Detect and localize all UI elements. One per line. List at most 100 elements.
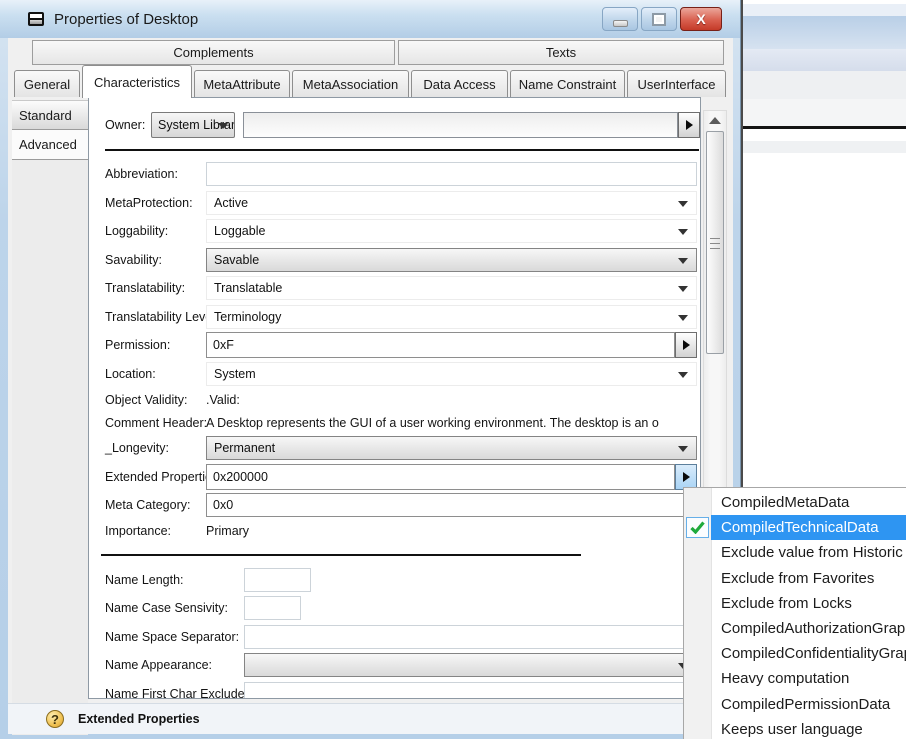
tab-general[interactable]: General [14, 70, 80, 97]
longevity-combo[interactable]: Permanent [206, 436, 697, 460]
menu-item-heavy-computation[interactable]: Heavy computation [711, 666, 906, 691]
extended-properties-menu: CompiledMetaDataCompiledTechnicalDataExc… [683, 487, 906, 739]
translatability-level-combo[interactable]: Terminology [206, 305, 697, 329]
loggability-label: Loggability: [105, 224, 206, 238]
name-first-char-exclude-row: Name First Char Exclude: [89, 680, 700, 700]
importance-value: Primary [206, 524, 249, 538]
tab-data-access[interactable]: Data Access [411, 70, 508, 97]
tab-characteristics[interactable]: Characteristics [82, 65, 192, 98]
checkmark-icon [690, 521, 705, 534]
menu-item-compiledpermissiondata[interactable]: CompiledPermissionData [711, 692, 906, 717]
comment-header-value: A Desktop represents the GUI of a user w… [206, 416, 659, 430]
name-space-separator-input[interactable] [244, 625, 697, 649]
window-title: Properties of Desktop [54, 11, 198, 28]
owner-expand-button[interactable] [678, 112, 700, 138]
name-appearance-combo[interactable] [244, 653, 697, 677]
menu-item-compiledmetadata[interactable]: CompiledMetaData [711, 490, 906, 515]
tab-texts[interactable]: Texts [398, 40, 724, 65]
comment-header-row: Comment Header:A Desktop represents the … [89, 411, 700, 434]
permission-input[interactable] [206, 332, 675, 358]
menu-item-exclude-value-from-historic[interactable]: Exclude value from Historic [711, 540, 906, 565]
meta-category-input[interactable] [206, 493, 697, 517]
status-text: Extended Properties [78, 712, 200, 726]
meta-category-label: Meta Category: [105, 498, 206, 512]
maximize-button[interactable] [641, 7, 677, 31]
longevity-label: _Longevity: [105, 441, 206, 455]
translatability-row: Translatability:Translatable [89, 274, 700, 303]
dialog-titlebar[interactable]: Properties of Desktop X [0, 0, 740, 38]
location-label: Location: [105, 367, 206, 381]
name-first-char-exclude-input[interactable] [244, 682, 697, 699]
meta-protection-combo[interactable]: Active [206, 191, 697, 215]
extended-properties-input[interactable] [206, 464, 675, 490]
name-length-row: Name Length: [89, 566, 700, 595]
separator-full [89, 149, 700, 151]
background-titlebar-band [743, 16, 906, 49]
menu-item-compiledtechnicaldata[interactable]: CompiledTechnicalData [711, 515, 906, 540]
name-length-label: Name Length: [105, 573, 244, 587]
tab-metaassociation[interactable]: MetaAssociation [292, 70, 409, 97]
right-arrow-icon [683, 340, 690, 350]
abbreviation-input[interactable] [206, 162, 697, 186]
dialog-client-area: ComplementsTexts GeneralCharacteristicsM… [8, 38, 733, 733]
loggability-combo[interactable]: Loggable [206, 219, 697, 243]
owner-field[interactable] [243, 112, 678, 138]
location-combo[interactable]: System [206, 362, 697, 386]
tab-userinterface[interactable]: UserInterface [627, 70, 726, 97]
name-first-char-exclude-label: Name First Char Exclude: [105, 687, 244, 699]
screen: Properties of Desktop X ComplementsTexts… [0, 0, 906, 739]
translatability-level-label: Translatability Level: [105, 310, 206, 324]
minimize-button[interactable] [602, 7, 638, 31]
meta-protection-label: MetaProtection: [105, 196, 206, 210]
tab-name-constraint[interactable]: Name Constraint [510, 70, 625, 97]
side-tab-advanced[interactable]: Advanced [12, 130, 88, 160]
menu-item-exclude-from-favorites[interactable]: Exclude from Favorites [711, 566, 906, 591]
right-arrow-icon [686, 120, 693, 130]
help-icon: ? [46, 710, 64, 728]
name-length-input[interactable] [244, 568, 311, 592]
importance-label: Importance: [105, 524, 206, 538]
menu-item-exclude-from-locks[interactable]: Exclude from Locks [711, 591, 906, 616]
translatability-combo[interactable]: Translatable [206, 276, 697, 300]
tab-metaattribute[interactable]: MetaAttribute [194, 70, 290, 97]
object-validity-label: Object Validity: [105, 393, 206, 407]
separator-line [105, 149, 699, 151]
side-tab-strip: StandardAdvanced [12, 100, 88, 735]
tab-complements[interactable]: Complements [32, 40, 395, 65]
close-button[interactable]: X [680, 7, 722, 31]
importance-row: Importance:Primary [89, 520, 700, 543]
name-space-separator-row: Name Space Separator: [89, 623, 700, 652]
permission-expand-button[interactable] [675, 332, 697, 358]
name-case-sensivity-input[interactable] [244, 596, 301, 620]
owner-combo[interactable]: System Library [151, 112, 235, 138]
scroll-thumb[interactable] [706, 131, 724, 354]
owner-label: Owner: [105, 118, 151, 132]
name-appearance-row: Name Appearance: [89, 651, 700, 680]
scroll-up-button[interactable] [704, 111, 726, 129]
menu-item-keeps-user-language[interactable]: Keeps user language [711, 717, 906, 739]
abbreviation-label: Abbreviation: [105, 167, 206, 181]
object-validity-row: Object Validity:.Valid: [89, 388, 700, 411]
name-case-sensivity-label: Name Case Sensivity: [105, 601, 244, 615]
meta-category-row: Meta Category: [89, 491, 700, 520]
menu-item-compiledconfidentialitygraph[interactable]: CompiledConfidentialityGraph [711, 641, 906, 666]
owner-row: Owner:System Library [89, 111, 700, 139]
window-icon [28, 12, 44, 26]
extended-properties-expand-button[interactable] [675, 464, 697, 490]
separator-short [89, 554, 700, 556]
comment-header-label: Comment Header: [105, 416, 206, 430]
properties-dialog: Properties of Desktop X ComplementsTexts… [0, 0, 741, 739]
name-case-sensivity-row: Name Case Sensivity: [89, 594, 700, 623]
right-arrow-icon [683, 472, 690, 482]
side-tab-standard[interactable]: Standard [12, 100, 88, 130]
translatability-level-row: Translatability Level:Terminology [89, 303, 700, 332]
name-space-separator-label: Name Space Separator: [105, 630, 244, 644]
menu-check-cell [686, 517, 709, 538]
separator-line [101, 554, 581, 556]
meta-protection-row: MetaProtection:Active [89, 189, 700, 218]
scroll-thumb-grip [710, 238, 720, 250]
savability-combo[interactable]: Savable [206, 248, 697, 272]
savability-label: Savability: [105, 253, 206, 267]
status-bar: ? Extended Properties [8, 703, 733, 734]
menu-item-compiledauthorizationgraph[interactable]: CompiledAuthorizationGraph [711, 616, 906, 641]
